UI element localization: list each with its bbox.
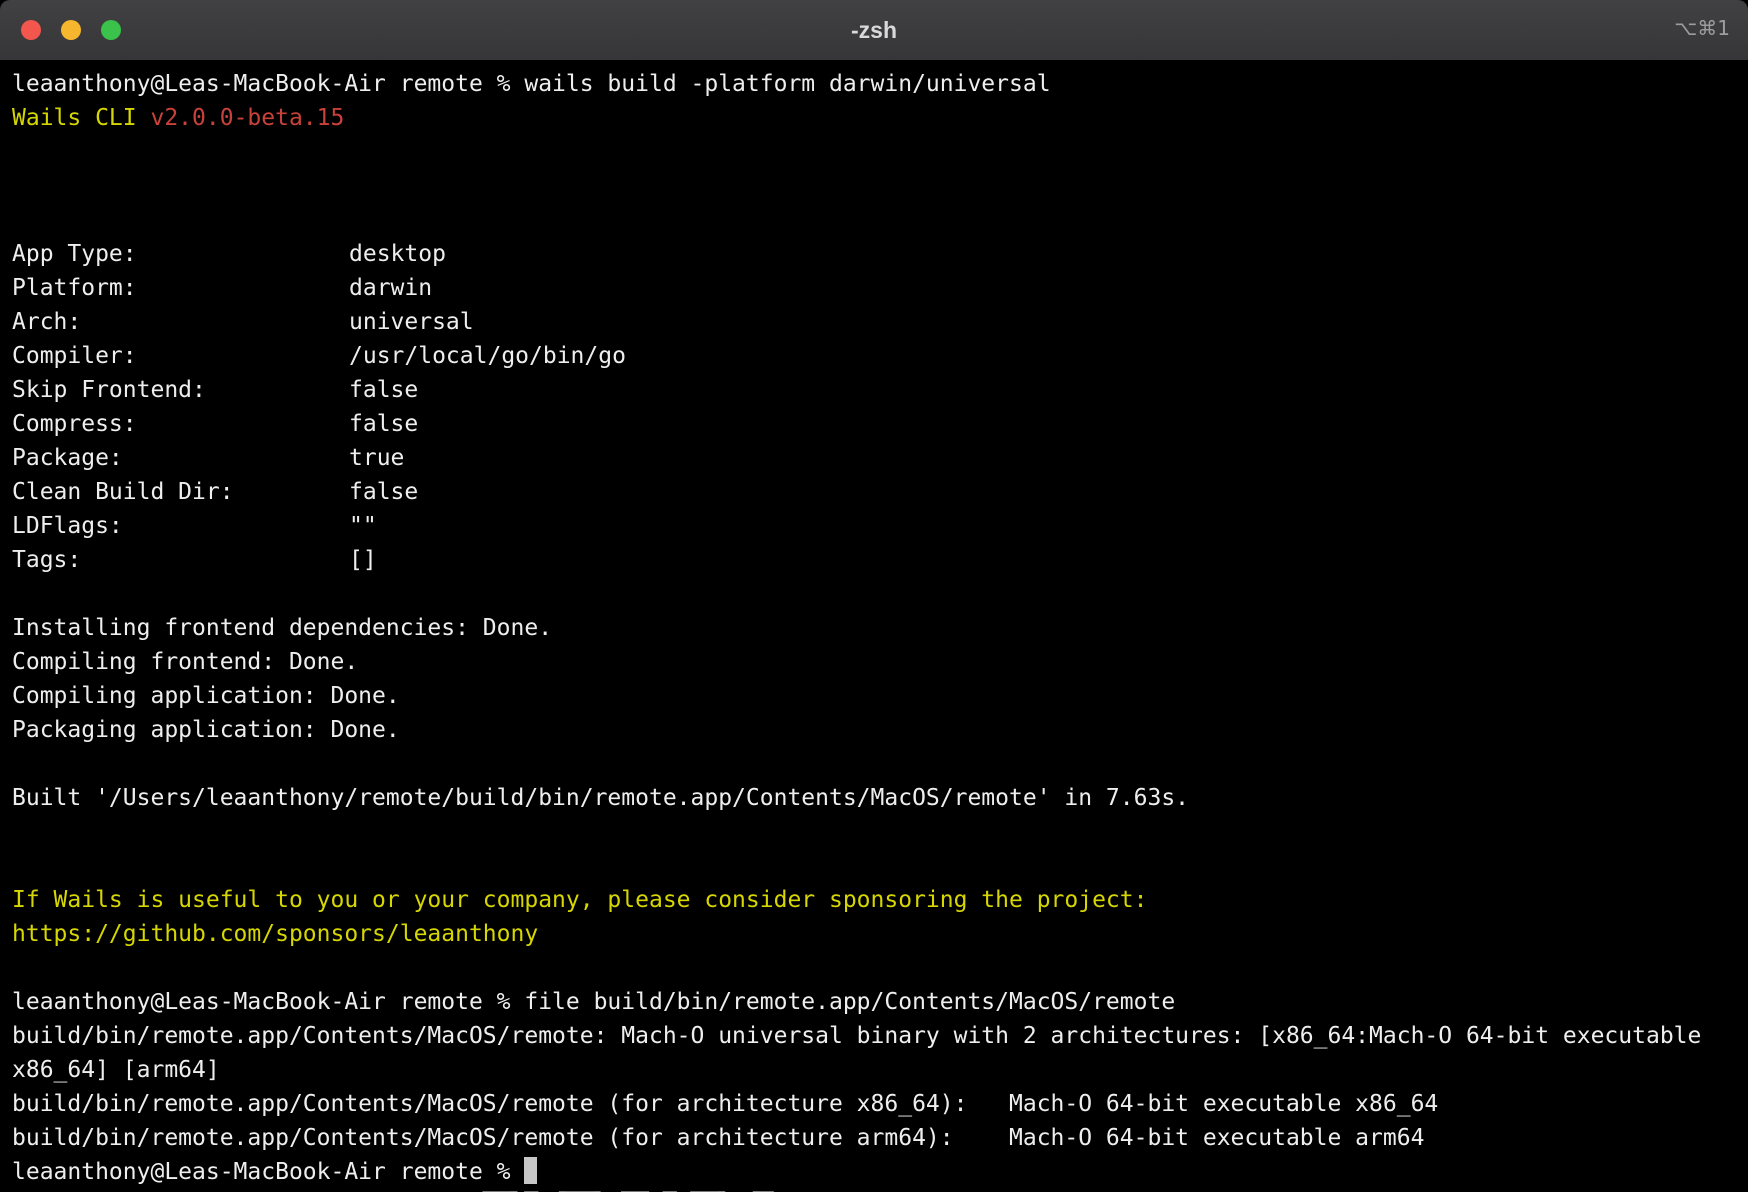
prompt-current: leaanthony@Leas-MacBook-Air remote % (12, 1159, 524, 1185)
config-value: false (349, 479, 418, 505)
config-label: App Type: (12, 237, 349, 271)
titlebar[interactable]: -zsh ⌥⌘1 (0, 0, 1748, 61)
config-label: LDFlags: (12, 509, 349, 543)
config-row: App Type:desktop (12, 237, 1736, 271)
config-row: Compress:false (12, 407, 1736, 441)
minimize-button[interactable] (61, 20, 81, 40)
config-label: Tags: (12, 543, 349, 577)
config-value: "" (349, 513, 377, 539)
config-value: /usr/local/go/bin/go (349, 343, 626, 369)
sponsor-message: If Wails is useful to you or your compan… (12, 883, 1736, 917)
prompt-command-file: leaanthony@Leas-MacBook-Air remote % fil… (12, 989, 1175, 1015)
zoom-button[interactable] (101, 20, 121, 40)
terminal-window: -zsh ⌥⌘1 leaanthony@Leas-MacBook-Air rem… (0, 0, 1748, 1192)
config-row: Package:true (12, 441, 1736, 475)
file-output-line: build/bin/remote.app/Contents/MacOS/remo… (12, 1019, 1736, 1053)
config-row: Arch:universal (12, 305, 1736, 339)
blank-line (12, 747, 1736, 781)
build-step: Packaging application: Done. (12, 713, 1736, 747)
config-value: true (349, 445, 404, 471)
blank-line (12, 135, 1736, 169)
terminal-screen[interactable]: leaanthony@Leas-MacBook-Air remote % wai… (0, 61, 1748, 1192)
blank-line (12, 203, 1736, 237)
config-row: Tags:[] (12, 543, 1736, 577)
config-label: Package: (12, 441, 349, 475)
terminal-line: leaanthony@Leas-MacBook-Air remote % wai… (12, 67, 1736, 101)
config-row: Clean Build Dir:false (12, 475, 1736, 509)
build-step: Compiling application: Done. (12, 679, 1736, 713)
wails-cli-label: Wails CLI (12, 105, 150, 131)
close-button[interactable] (21, 20, 41, 40)
blank-line (12, 815, 1736, 849)
config-value: desktop (349, 241, 446, 267)
sponsor-link[interactable]: https://github.com/sponsors/leaanthony (12, 917, 1736, 951)
config-value: false (349, 377, 418, 403)
config-label: Clean Build Dir: (12, 475, 349, 509)
config-row: LDFlags:"" (12, 509, 1736, 543)
config-row: Platform:darwin (12, 271, 1736, 305)
config-label: Skip Frontend: (12, 373, 349, 407)
terminal-line: leaanthony@Leas-MacBook-Air remote % fil… (12, 985, 1736, 1019)
text-cursor[interactable] (524, 1157, 537, 1184)
file-output-line: build/bin/remote.app/Contents/MacOS/remo… (12, 1087, 1736, 1121)
terminal-line: leaanthony@Leas-MacBook-Air remote % (12, 1155, 1736, 1189)
config-label: Compress: (12, 407, 349, 441)
config-value: darwin (349, 275, 432, 301)
build-step: Installing frontend dependencies: Done. (12, 611, 1736, 645)
config-label: Platform: (12, 271, 349, 305)
config-row: Skip Frontend:false (12, 373, 1736, 407)
build-step: Compiling frontend: Done. (12, 645, 1736, 679)
prompt-command-build: leaanthony@Leas-MacBook-Air remote % wai… (12, 71, 1051, 97)
blank-line (12, 169, 1736, 203)
wails-cli-version: v2.0.0-beta.15 (150, 105, 344, 131)
blank-line (12, 951, 1736, 985)
config-value: universal (349, 309, 474, 335)
config-label: Compiler: (12, 339, 349, 373)
blank-line (12, 849, 1736, 883)
config-label: Arch: (12, 305, 349, 339)
config-row: Compiler:/usr/local/go/bin/go (12, 339, 1736, 373)
config-value: false (349, 411, 418, 437)
file-output-line: build/bin/remote.app/Contents/MacOS/remo… (12, 1121, 1736, 1155)
blank-line (12, 577, 1736, 611)
build-result: Built '/Users/leaanthony/remote/build/bi… (12, 781, 1736, 815)
file-output-line: x86_64] [arm64] (12, 1053, 1736, 1087)
config-value: [] (349, 547, 377, 573)
window-title: -zsh (0, 17, 1748, 44)
window-shortcut-badge: ⌥⌘1 (1674, 16, 1730, 40)
traffic-lights (21, 20, 121, 40)
terminal-line: Wails CLI v2.0.0-beta.15 (12, 101, 1736, 135)
